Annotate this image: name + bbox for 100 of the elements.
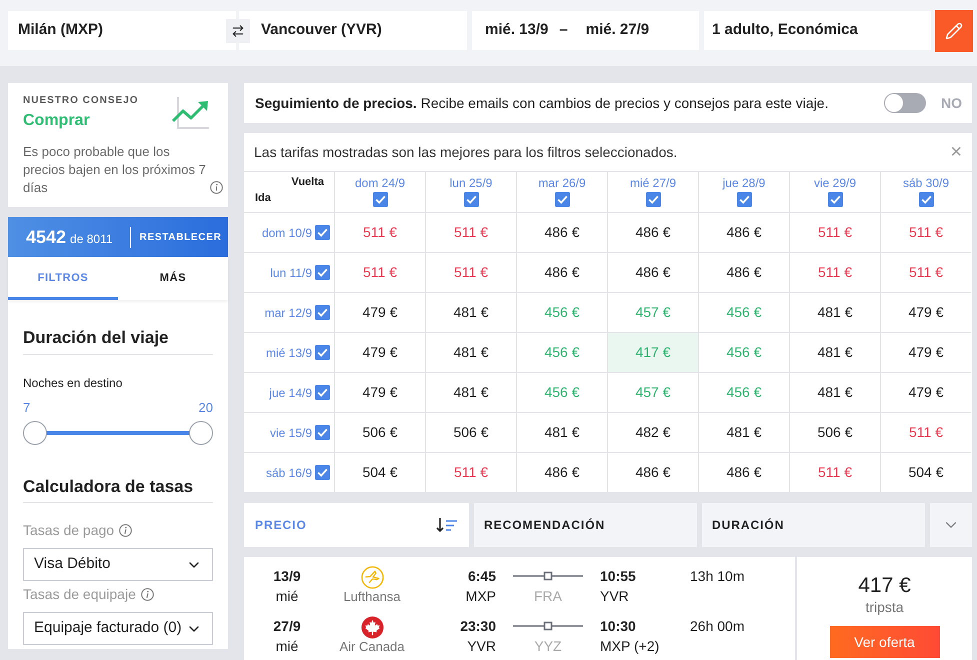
- checkbox[interactable]: [918, 192, 934, 207]
- checkbox[interactable]: [554, 192, 570, 207]
- select-field[interactable]: Visa Débito: [23, 548, 213, 581]
- checkbox[interactable]: [828, 192, 842, 207]
- dates-field[interactable]: mié. 13/9 – mié. 27/9: [472, 11, 699, 50]
- stop-airport: FRA: [534, 587, 562, 606]
- price-cell[interactable]: 481 €: [698, 412, 789, 452]
- slider-thumb[interactable]: [189, 421, 213, 445]
- price-cell[interactable]: 511 €: [425, 212, 516, 252]
- return-date-header: vie 29/9: [814, 176, 856, 190]
- stop-airport: YYZ: [534, 637, 562, 656]
- departure-time: 6:45: [468, 567, 496, 586]
- price-cell[interactable]: 511 €: [880, 412, 971, 452]
- flight-duration: 26h 00m: [690, 617, 744, 636]
- sort-tab[interactable]: DURACIÓN: [702, 503, 925, 547]
- departure-airport: MXP: [466, 587, 496, 606]
- price-cell[interactable]: 511 €: [789, 212, 880, 252]
- return-date-header: dom 24/9: [354, 176, 406, 190]
- price-cell[interactable]: 486 €: [698, 452, 789, 492]
- price-cell[interactable]: 479 €: [334, 372, 425, 412]
- return-date-header: mié 27/9: [630, 176, 676, 190]
- departure-date-header: sáb 16/9: [266, 464, 312, 482]
- grid-notice: Las tarifas mostradas son las mejores para los filtros seleccionados.: [254, 142, 678, 162]
- toggle-state-label: NO: [941, 94, 962, 112]
- price-cell[interactable]: 481 €: [425, 372, 516, 412]
- checkbox[interactable]: [315, 305, 330, 320]
- stopover-line-icon: [513, 571, 583, 581]
- price-cell[interactable]: 511 €: [334, 252, 425, 292]
- price-cell[interactable]: 481 €: [789, 332, 880, 372]
- origin-field[interactable]: Milán (MXP): [8, 11, 236, 50]
- price-cell[interactable]: 504 €: [334, 452, 425, 492]
- sort-tab[interactable]: RECOMENDACIÓN: [474, 503, 697, 547]
- checkbox[interactable]: [315, 465, 330, 480]
- price-cell[interactable]: 481 €: [789, 372, 880, 412]
- advice-text: Es poco probable que los precios bajen en los próximos 7 días: [23, 143, 207, 197]
- price-cell[interactable]: 506 €: [425, 412, 516, 452]
- checkbox[interactable]: [372, 192, 388, 207]
- price-cell[interactable]: 486 €: [516, 252, 607, 292]
- price-cell[interactable]: 511 €: [880, 252, 971, 292]
- checkbox[interactable]: [315, 425, 330, 440]
- checkbox[interactable]: [736, 192, 752, 207]
- info-icon[interactable]: [140, 588, 154, 600]
- leg-date: 27/9: [273, 617, 301, 636]
- section-title: Duración del viaje: [23, 327, 170, 349]
- info-icon[interactable]: [119, 524, 132, 536]
- departure-date-header: mié 13/9: [266, 344, 312, 362]
- range-slider[interactable]: [23, 421, 213, 445]
- price-cell[interactable]: 504 €: [880, 452, 971, 492]
- airline-name: Air Canada: [339, 638, 405, 656]
- price-cell[interactable]: 479 €: [334, 292, 425, 332]
- select-field[interactable]: Equipaje facturado (0): [23, 612, 213, 645]
- price-cell[interactable]: 479 €: [880, 292, 971, 332]
- price-cell[interactable]: 506 €: [789, 412, 880, 452]
- results-total: de 8011: [70, 230, 113, 248]
- price-cell[interactable]: 479 €: [880, 372, 971, 412]
- price-cell[interactable]: 486 €: [698, 252, 789, 292]
- checkbox[interactable]: [315, 345, 330, 360]
- checkbox[interactable]: [315, 265, 330, 280]
- swap-button[interactable]: [226, 19, 250, 43]
- price-cell[interactable]: 486 €: [607, 452, 698, 492]
- destination-field[interactable]: Vancouver (YVR): [239, 11, 467, 50]
- return-date[interactable]: mié. 27/9: [586, 19, 650, 42]
- price-cell[interactable]: 486 €: [607, 212, 698, 252]
- travellers-field[interactable]: 1 adulto, Económica: [704, 11, 931, 50]
- checkbox[interactable]: [646, 192, 660, 207]
- checkbox[interactable]: [315, 225, 330, 240]
- price-cell[interactable]: 481 €: [425, 332, 516, 372]
- circle-emblem-logo-icon: [360, 566, 384, 588]
- sidebar-tab[interactable]: MÁS: [118, 257, 228, 300]
- departure-time: 23:30: [460, 617, 496, 636]
- price-cell[interactable]: 486 €: [607, 252, 698, 292]
- price-cell[interactable]: 506 €: [334, 412, 425, 452]
- checkbox[interactable]: [464, 192, 478, 207]
- price-cell[interactable]: 486 €: [516, 452, 607, 492]
- reset-button[interactable]: RESTABLECER: [140, 230, 222, 244]
- price-cell[interactable]: 511 €: [880, 212, 971, 252]
- departure-date[interactable]: mié. 13/9: [485, 19, 548, 42]
- price-cell[interactable]: 486 €: [516, 212, 607, 252]
- price-cell[interactable]: 511 €: [425, 452, 516, 492]
- leg-date: 13/9: [273, 567, 301, 586]
- price-cell[interactable]: 511 €: [334, 212, 425, 252]
- price-cell[interactable]: 511 €: [789, 452, 880, 492]
- price-cell[interactable]: 481 €: [789, 292, 880, 332]
- price-cell[interactable]: 479 €: [334, 332, 425, 372]
- price-cell[interactable]: 482 €: [607, 412, 698, 452]
- price-cell[interactable]: 481 €: [516, 412, 607, 452]
- edit-button[interactable]: [935, 10, 973, 52]
- sort-icon: [436, 517, 458, 533]
- fee-label: Tasas de pago: [23, 521, 114, 539]
- price-cell[interactable]: 511 €: [425, 252, 516, 292]
- departure-date-header: mar 12/9: [264, 304, 312, 322]
- price-cell[interactable]: 511 €: [789, 252, 880, 292]
- price-cell[interactable]: 486 €: [698, 212, 789, 252]
- toggle-switch[interactable]: [884, 93, 926, 113]
- slider-thumb[interactable]: [23, 421, 47, 445]
- checkbox[interactable]: [315, 385, 330, 400]
- price-cell[interactable]: 481 €: [425, 292, 516, 332]
- info-icon[interactable]: [210, 181, 223, 194]
- arrival-time: 10:30: [600, 617, 636, 636]
- price-cell[interactable]: 479 €: [880, 332, 971, 372]
